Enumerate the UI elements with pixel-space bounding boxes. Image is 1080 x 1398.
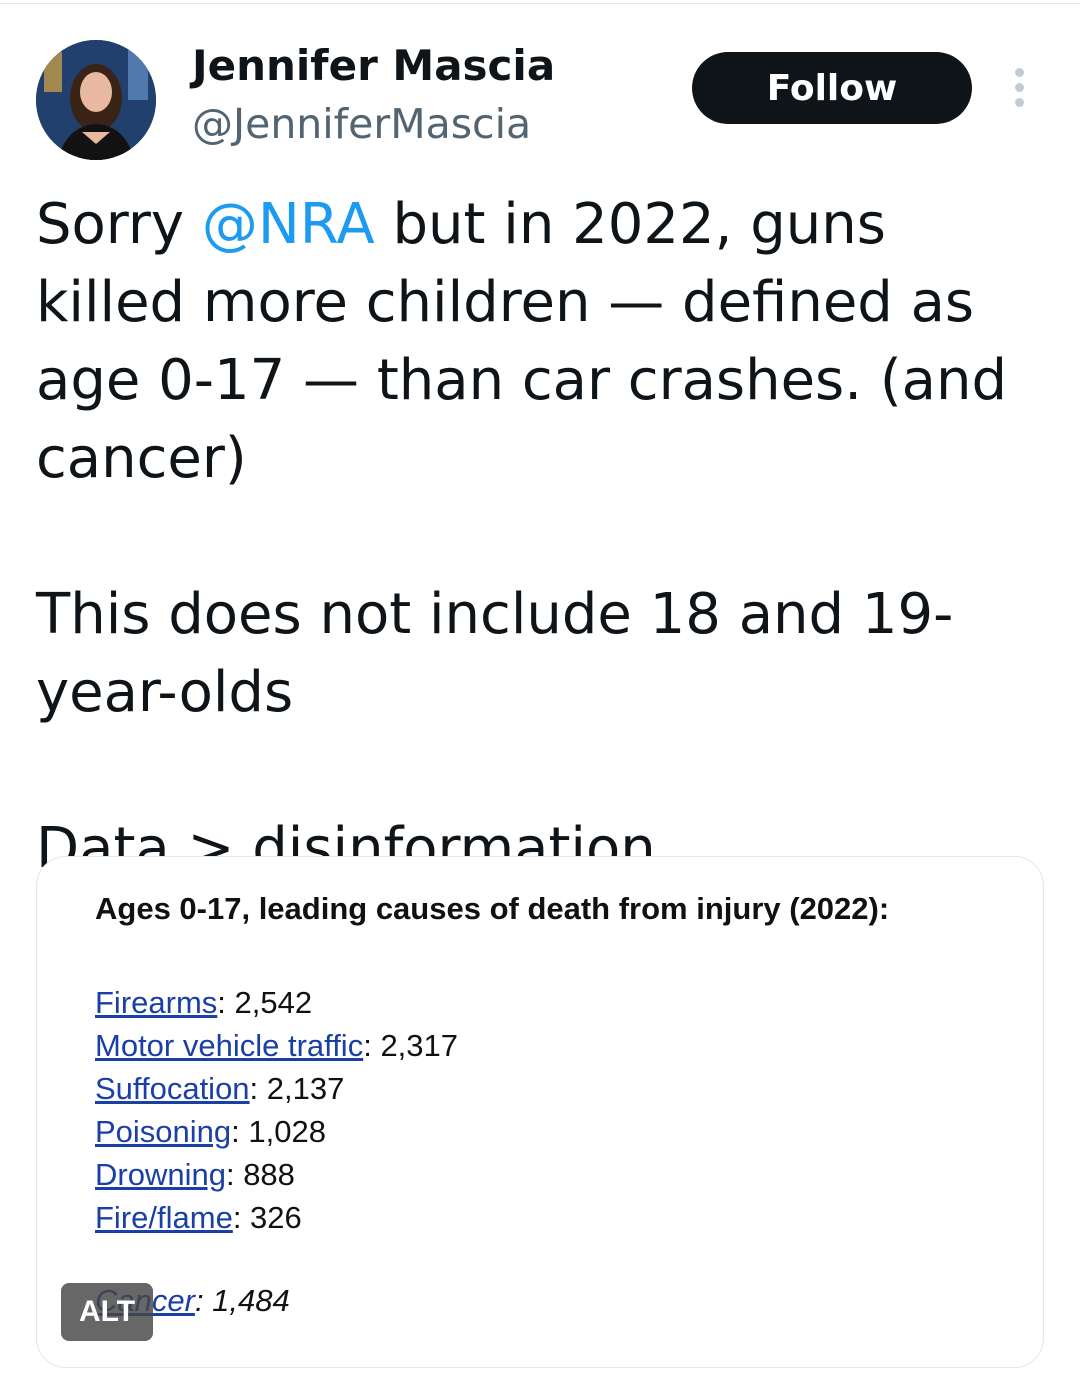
cause-label: Suffocation	[95, 1071, 250, 1106]
author-handle[interactable]: @JenniferMascia	[192, 98, 531, 150]
tweet-text-segment: Sorry	[36, 192, 202, 257]
cause-value: 888	[243, 1157, 295, 1192]
cause-row: Poisoning: 1,028	[95, 1114, 326, 1149]
cause-value: 2,317	[380, 1028, 459, 1063]
cause-label: Fire/flame	[95, 1200, 233, 1235]
cause-value: 2,137	[266, 1071, 345, 1106]
cancer-value: 1,484	[212, 1283, 290, 1318]
cause-label: Firearms	[95, 985, 218, 1020]
image-title: Ages 0-17, leading causes of death from …	[95, 891, 890, 926]
cause-row: Suffocation: 2,137	[95, 1071, 345, 1106]
cause-value: 326	[250, 1200, 302, 1235]
cause-label: Motor vehicle traffic	[95, 1028, 364, 1063]
attached-image[interactable]: Ages 0-17, leading causes of death from …	[36, 856, 1044, 1368]
tweet-text: Sorry @NRA but in 2022, guns killed more…	[36, 186, 1046, 888]
more-vertical-icon[interactable]	[1004, 64, 1036, 112]
avatar[interactable]	[36, 40, 156, 160]
top-divider	[0, 3, 1080, 4]
cause-row: Fire/flame: 326	[95, 1200, 302, 1235]
tweet-paragraph-2: This does not include 18 and 19-year-old…	[36, 582, 954, 725]
mention-link[interactable]: @NRA	[202, 192, 375, 257]
cause-row: Drowning: 888	[95, 1157, 295, 1192]
tweet-paragraph-1: Sorry @NRA but in 2022, guns killed more…	[36, 186, 1046, 498]
follow-button[interactable]: Follow	[692, 52, 972, 124]
alt-text-badge[interactable]: ALT	[61, 1283, 153, 1341]
cause-value: 2,542	[234, 985, 313, 1020]
cause-row: Motor vehicle traffic: 2,317	[95, 1028, 459, 1063]
author-name[interactable]: Jennifer Mascia	[192, 40, 555, 92]
cause-value: 1,028	[248, 1114, 326, 1149]
cause-label: Drowning	[95, 1157, 226, 1192]
cause-label: Poisoning	[95, 1114, 232, 1149]
cause-list: Firearms: 2,542 Motor vehicle traffic: 2…	[95, 981, 458, 1239]
cause-row: Firearms: 2,542	[95, 985, 313, 1020]
